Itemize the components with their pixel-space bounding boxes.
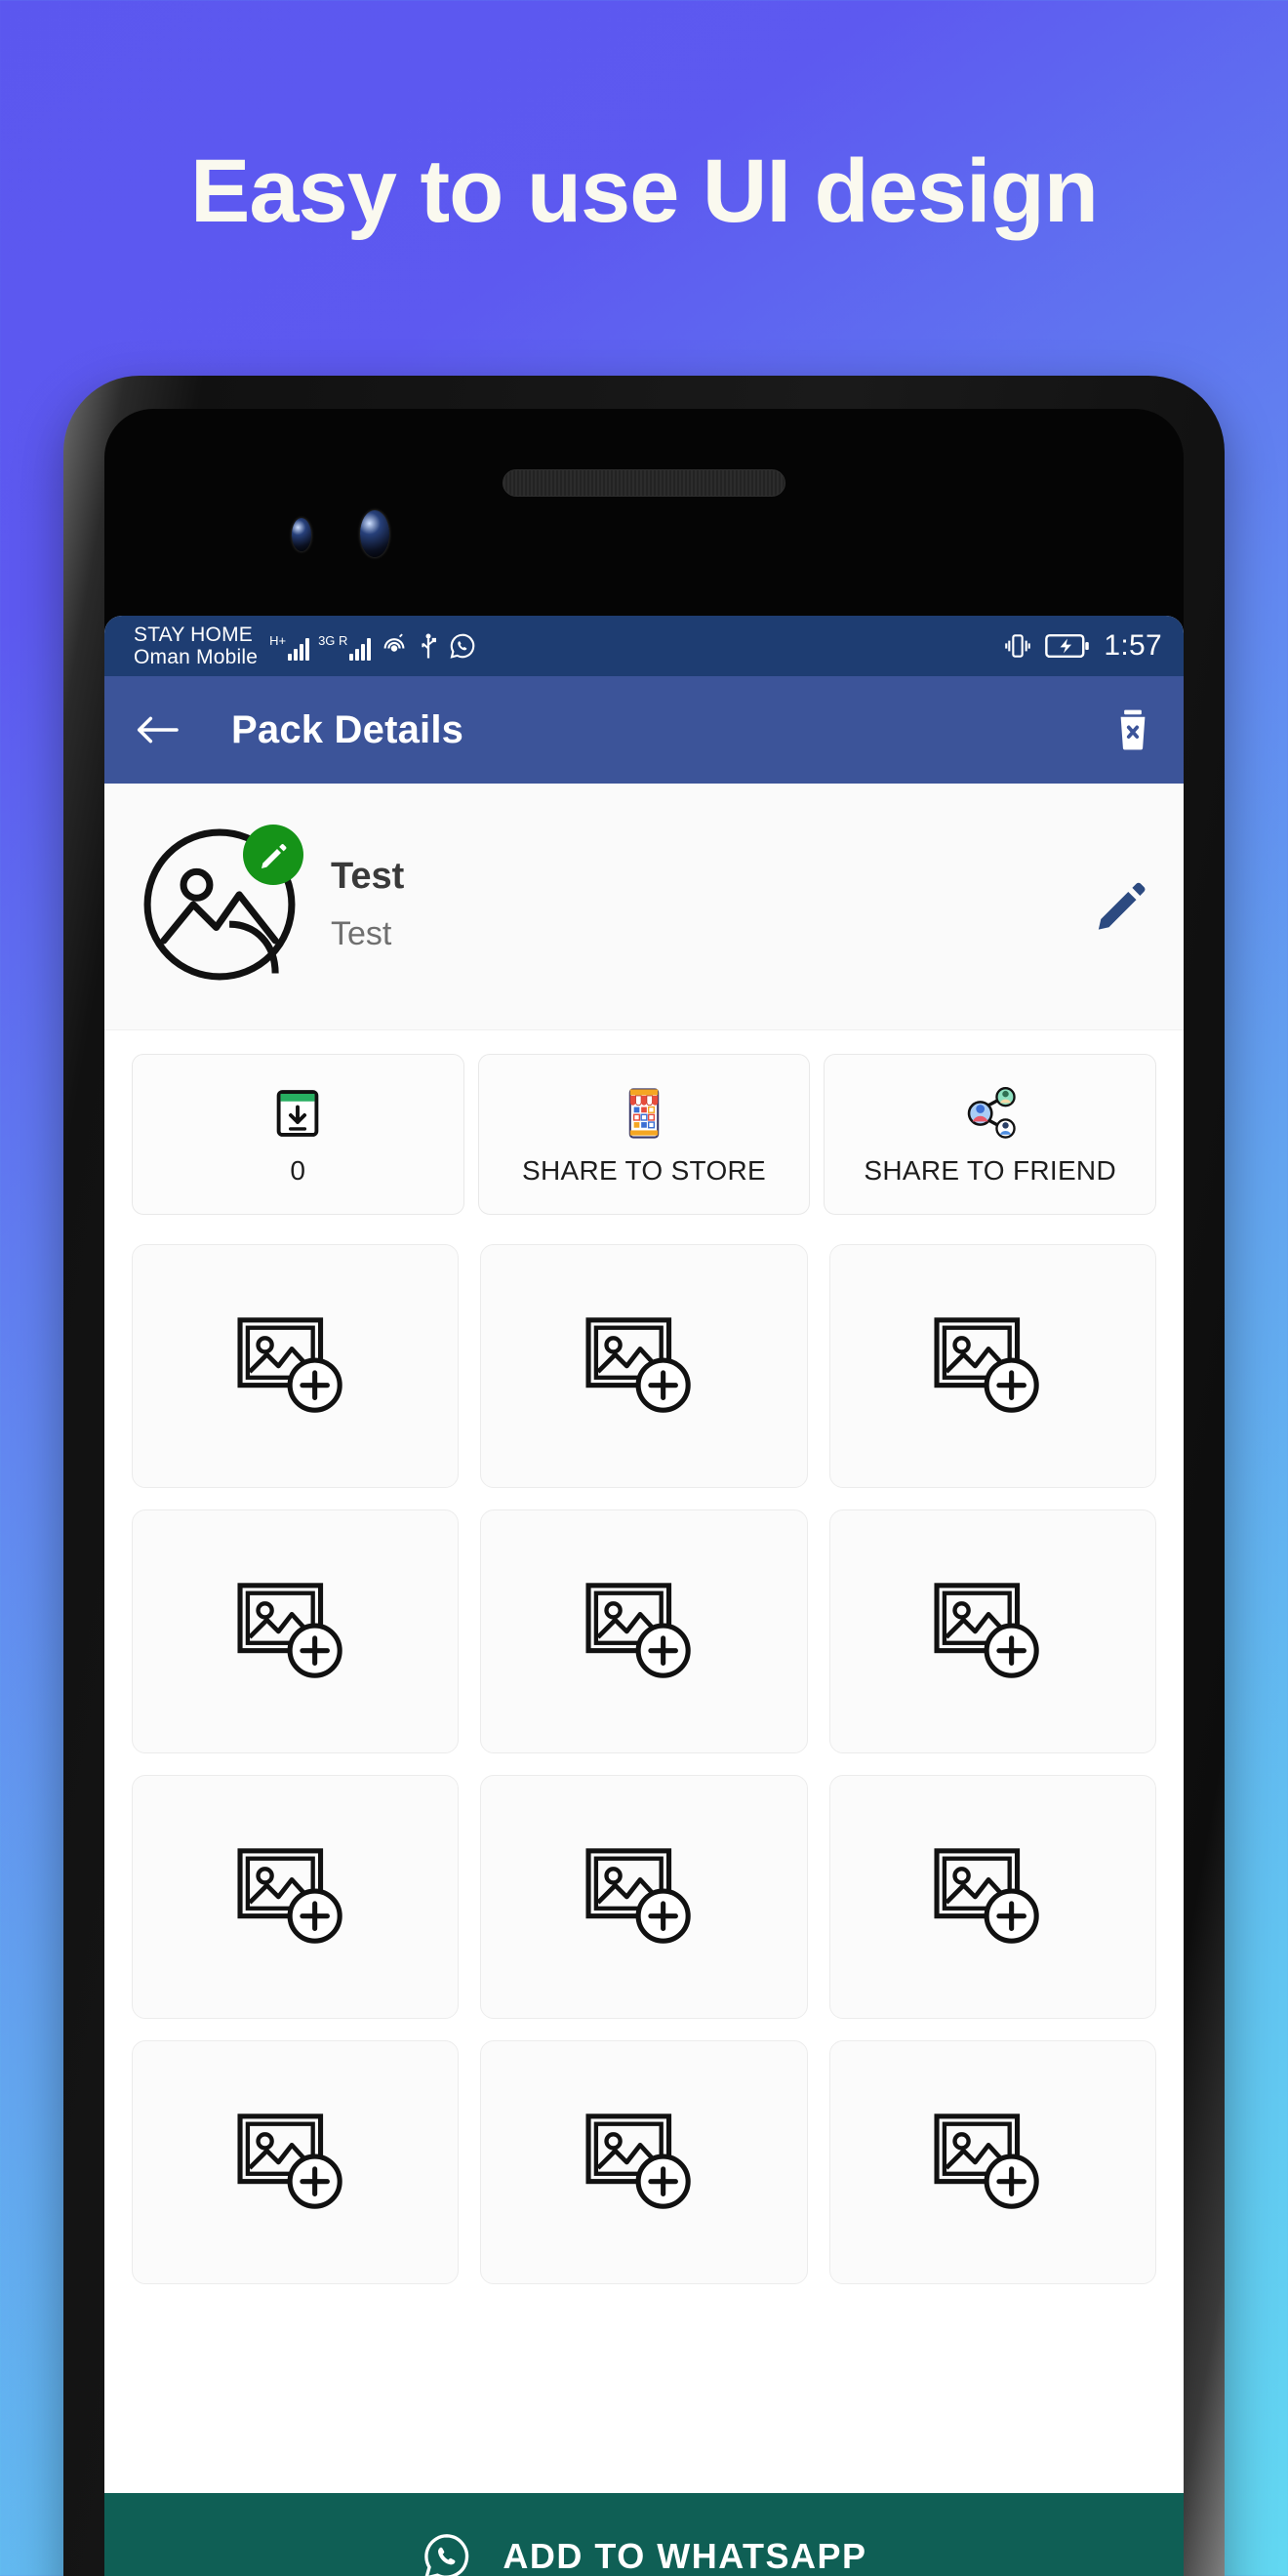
share-network-icon xyxy=(967,1086,1016,1139)
add-image-icon xyxy=(585,1317,691,1413)
network-type-2: 3G R xyxy=(318,633,348,648)
network-type-1: H+ xyxy=(269,633,287,648)
signal-bars-icon-1 xyxy=(288,637,310,661)
pack-profile-section: Test Test xyxy=(104,784,1184,1030)
trash-delete-icon[interactable] xyxy=(1111,707,1154,752)
status-bar: STAY HOME Oman Mobile H+ 3G R 1:57 xyxy=(104,616,1184,676)
carrier-line-1: STAY HOME xyxy=(134,623,253,646)
whatsapp-icon xyxy=(450,633,475,659)
store-icon xyxy=(628,1087,660,1139)
add-sticker-tile[interactable] xyxy=(480,2040,808,2284)
add-sticker-tile[interactable] xyxy=(828,1775,1156,2019)
share-to-store-card[interactable]: SHARE TO STORE xyxy=(477,1054,811,1215)
share-to-friend-label: SHARE TO FRIEND xyxy=(864,1154,1116,1186)
share-to-friend-card[interactable]: SHARE TO FRIEND xyxy=(824,1054,1157,1215)
add-sticker-tile[interactable] xyxy=(132,1509,460,1753)
whatsapp-icon xyxy=(424,2534,469,2576)
app-bar-title: Pack Details xyxy=(231,707,464,751)
add-image-icon xyxy=(934,1583,1040,1678)
battery-charging-icon xyxy=(1045,633,1090,659)
add-sticker-tile[interactable] xyxy=(132,2040,460,2284)
download-icon xyxy=(277,1089,319,1137)
add-image-icon xyxy=(585,2113,691,2209)
pencil-icon xyxy=(262,844,287,868)
add-sticker-tile[interactable] xyxy=(480,1509,808,1753)
add-sticker-tile[interactable] xyxy=(132,1775,460,2019)
add-sticker-tile[interactable] xyxy=(480,1775,808,2019)
add-image-icon xyxy=(237,1848,342,1944)
action-button-row: 0 SHARE TO STORE SHARE TO FRIEND xyxy=(104,1030,1184,1223)
app-screen: STAY HOME Oman Mobile H+ 3G R 1:57 Pack … xyxy=(104,616,1184,2576)
add-image-icon xyxy=(934,2113,1040,2209)
add-sticker-tile[interactable] xyxy=(828,2040,1156,2284)
arrow-left-icon[interactable] xyxy=(134,710,181,749)
sensor-icon xyxy=(292,518,311,551)
app-bar: Pack Details xyxy=(104,676,1184,784)
speaker-grille xyxy=(503,469,785,497)
avatar-edit-badge[interactable] xyxy=(243,825,303,885)
add-sticker-tile[interactable] xyxy=(480,1244,808,1488)
carrier-line-2: Oman Mobile xyxy=(134,646,259,668)
downloads-count-card[interactable]: 0 xyxy=(132,1054,464,1215)
pack-author: Test xyxy=(331,915,392,952)
status-clock: 1:57 xyxy=(1104,629,1162,662)
phone-mockup: STAY HOME Oman Mobile H+ 3G R 1:57 Pack … xyxy=(63,376,1225,2576)
phone-screen-bezel: STAY HOME Oman Mobile H+ 3G R 1:57 Pack … xyxy=(104,409,1184,2576)
usb-icon xyxy=(422,633,437,659)
add-image-icon xyxy=(934,1317,1040,1413)
add-sticker-tile[interactable] xyxy=(828,1509,1156,1753)
add-sticker-tile[interactable] xyxy=(828,1244,1156,1488)
add-image-icon xyxy=(237,1583,342,1678)
signal-2: 3G R xyxy=(318,633,372,661)
sticker-grid xyxy=(104,1223,1184,2284)
page-title: Easy to use UI design xyxy=(190,141,1099,241)
avatar[interactable] xyxy=(138,823,303,986)
share-to-store-label: SHARE TO STORE xyxy=(521,1154,767,1186)
add-image-icon xyxy=(237,2113,342,2209)
add-to-whatsapp-button[interactable]: ADD TO WHATSAPP xyxy=(104,2493,1184,2576)
carrier-info: STAY HOME Oman Mobile xyxy=(134,624,258,668)
pencil-edit-icon[interactable] xyxy=(1094,876,1150,933)
add-image-icon xyxy=(585,1848,691,1944)
vibrate-icon xyxy=(1005,634,1031,658)
signal-1: H+ xyxy=(269,633,310,661)
add-image-icon xyxy=(934,1848,1040,1944)
signal-bars-icon-2 xyxy=(349,637,372,661)
add-to-whatsapp-label: ADD TO WHATSAPP xyxy=(503,2536,867,2576)
add-sticker-tile[interactable] xyxy=(132,1244,460,1488)
add-image-icon xyxy=(237,1317,342,1413)
pack-name: Test xyxy=(331,856,405,897)
downloads-count-label: 0 xyxy=(290,1154,306,1186)
front-camera-icon xyxy=(360,510,389,557)
add-image-icon xyxy=(585,1583,691,1678)
hotspot-icon xyxy=(383,633,405,652)
